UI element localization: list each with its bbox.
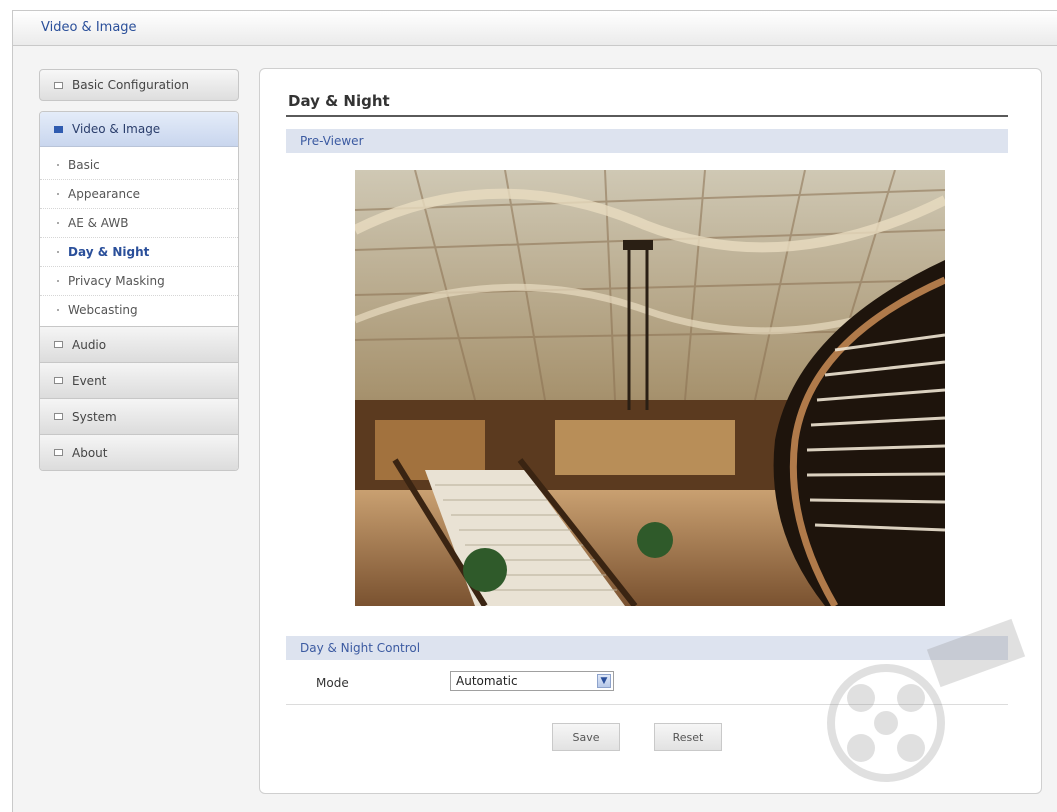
square-icon: [54, 377, 63, 384]
mode-label: Mode: [316, 676, 349, 690]
submenu-item-webcasting[interactable]: Webcasting: [40, 296, 238, 324]
submenu-label: Basic: [68, 158, 100, 172]
submenu-item-ae-awb[interactable]: AE & AWB: [40, 209, 238, 238]
square-icon: [54, 413, 63, 420]
mode-select-value: Automatic: [456, 674, 518, 688]
page-header-title: Video & Image: [41, 20, 137, 35]
submenu-item-privacy-masking[interactable]: Privacy Masking: [40, 267, 238, 296]
save-button[interactable]: Save: [552, 723, 620, 751]
submenu-item-appearance[interactable]: Appearance: [40, 180, 238, 209]
bullet-icon: [57, 164, 59, 166]
title-divider: [286, 115, 1008, 117]
square-icon: [54, 125, 63, 133]
sidebar: Basic Configuration Video & Image Basic …: [39, 69, 239, 471]
submenu-item-day-night[interactable]: Day & Night: [40, 238, 238, 267]
sidebar-group-video-image: Video & Image Basic Appearance AE & AWB …: [39, 111, 239, 471]
bullet-icon: [57, 193, 59, 195]
sidebar-item-label: About: [72, 445, 108, 460]
submenu-label: AE & AWB: [68, 216, 129, 230]
bullet-icon: [57, 280, 59, 282]
sidebar-item-label: System: [72, 409, 117, 424]
mode-select[interactable]: Automatic ▼: [450, 671, 614, 691]
bullet-icon: [57, 251, 59, 253]
square-icon: [54, 449, 63, 456]
top-bar: Video & Image: [13, 11, 1057, 46]
film-reel-watermark-icon: [827, 618, 1026, 782]
sidebar-item-event[interactable]: Event: [40, 362, 238, 398]
sidebar-item-label: Event: [72, 373, 107, 388]
main-panel: Day & Night Pre-Viewer Day & Night Contr…: [259, 68, 1042, 794]
sidebar-item-video-image[interactable]: Video & Image: [40, 112, 238, 147]
bullet-icon: [57, 309, 59, 311]
sidebar-item-label: Basic Configuration: [72, 78, 189, 92]
bullet-icon: [57, 222, 59, 224]
preview-image: [355, 170, 945, 606]
submenu-item-basic[interactable]: Basic: [40, 151, 238, 180]
sidebar-item-audio[interactable]: Audio: [40, 326, 238, 362]
submenu-label: Privacy Masking: [68, 274, 165, 288]
page-title: Day & Night: [288, 92, 390, 110]
sidebar-item-label: Audio: [72, 337, 107, 352]
video-preview[interactable]: [355, 170, 945, 606]
app-frame: Video & Image Basic Configuration Video …: [12, 10, 1057, 812]
reset-button[interactable]: Reset: [654, 723, 722, 751]
sidebar-item-label: Video & Image: [72, 122, 161, 136]
submenu-label: Day & Night: [68, 245, 150, 259]
section-header-pre-viewer: Pre-Viewer: [286, 129, 1008, 153]
submenu-label: Webcasting: [68, 303, 138, 317]
submenu-label: Appearance: [68, 187, 141, 201]
sidebar-item-basic-configuration[interactable]: Basic Configuration: [39, 69, 239, 101]
square-icon: [54, 341, 63, 348]
sidebar-submenu: Basic Appearance AE & AWB Day & Night Pr…: [40, 147, 238, 326]
square-icon: [54, 81, 63, 89]
sidebar-item-system[interactable]: System: [40, 398, 238, 434]
sidebar-item-about[interactable]: About: [40, 434, 238, 470]
chevron-down-icon[interactable]: ▼: [597, 674, 611, 688]
